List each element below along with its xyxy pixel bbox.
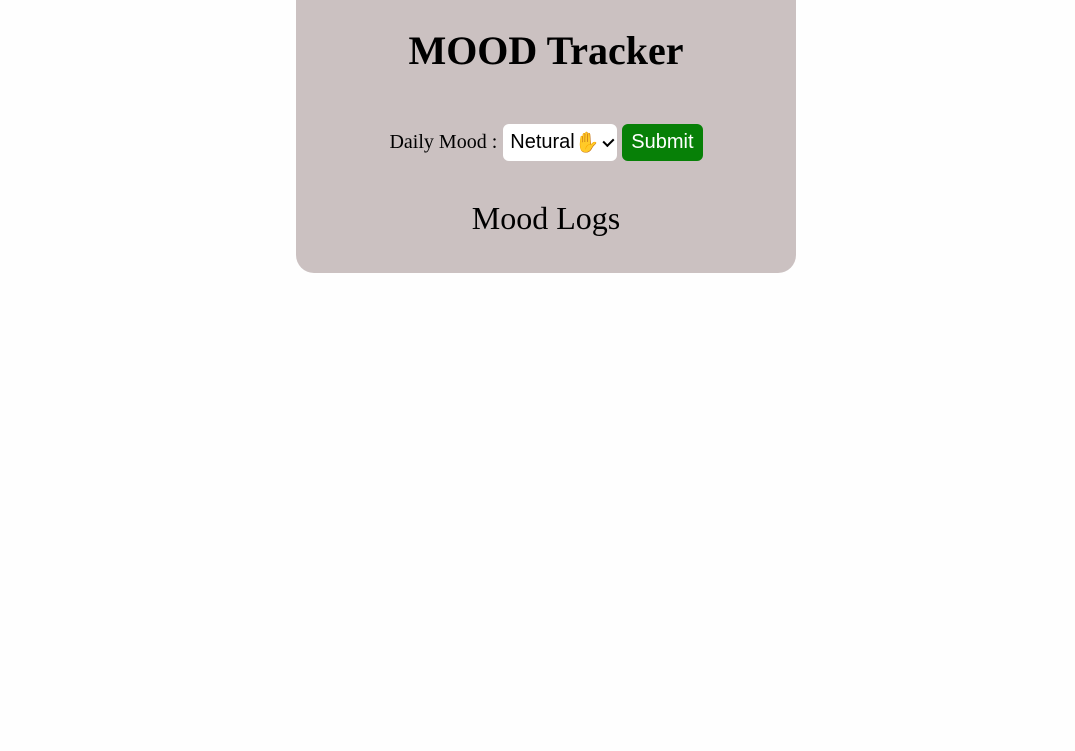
- mood-logs-heading: Mood Logs: [471, 200, 621, 236]
- mood-tracker-card: MOOD Tracker Daily Mood : Netural ✋ Subm…: [296, 0, 796, 273]
- hand-emoji-icon: ✋: [574, 132, 600, 154]
- chevron-down-icon: [602, 134, 614, 147]
- mood-select-value: Netural: [510, 131, 575, 153]
- mood-form: Daily Mood : Netural ✋ Submit: [296, 124, 796, 161]
- mood-select[interactable]: Netural ✋: [503, 124, 618, 161]
- submit-button[interactable]: Submit: [622, 124, 703, 161]
- page-title: MOOD Tracker: [408, 28, 684, 73]
- daily-mood-label: Daily Mood :: [389, 131, 498, 153]
